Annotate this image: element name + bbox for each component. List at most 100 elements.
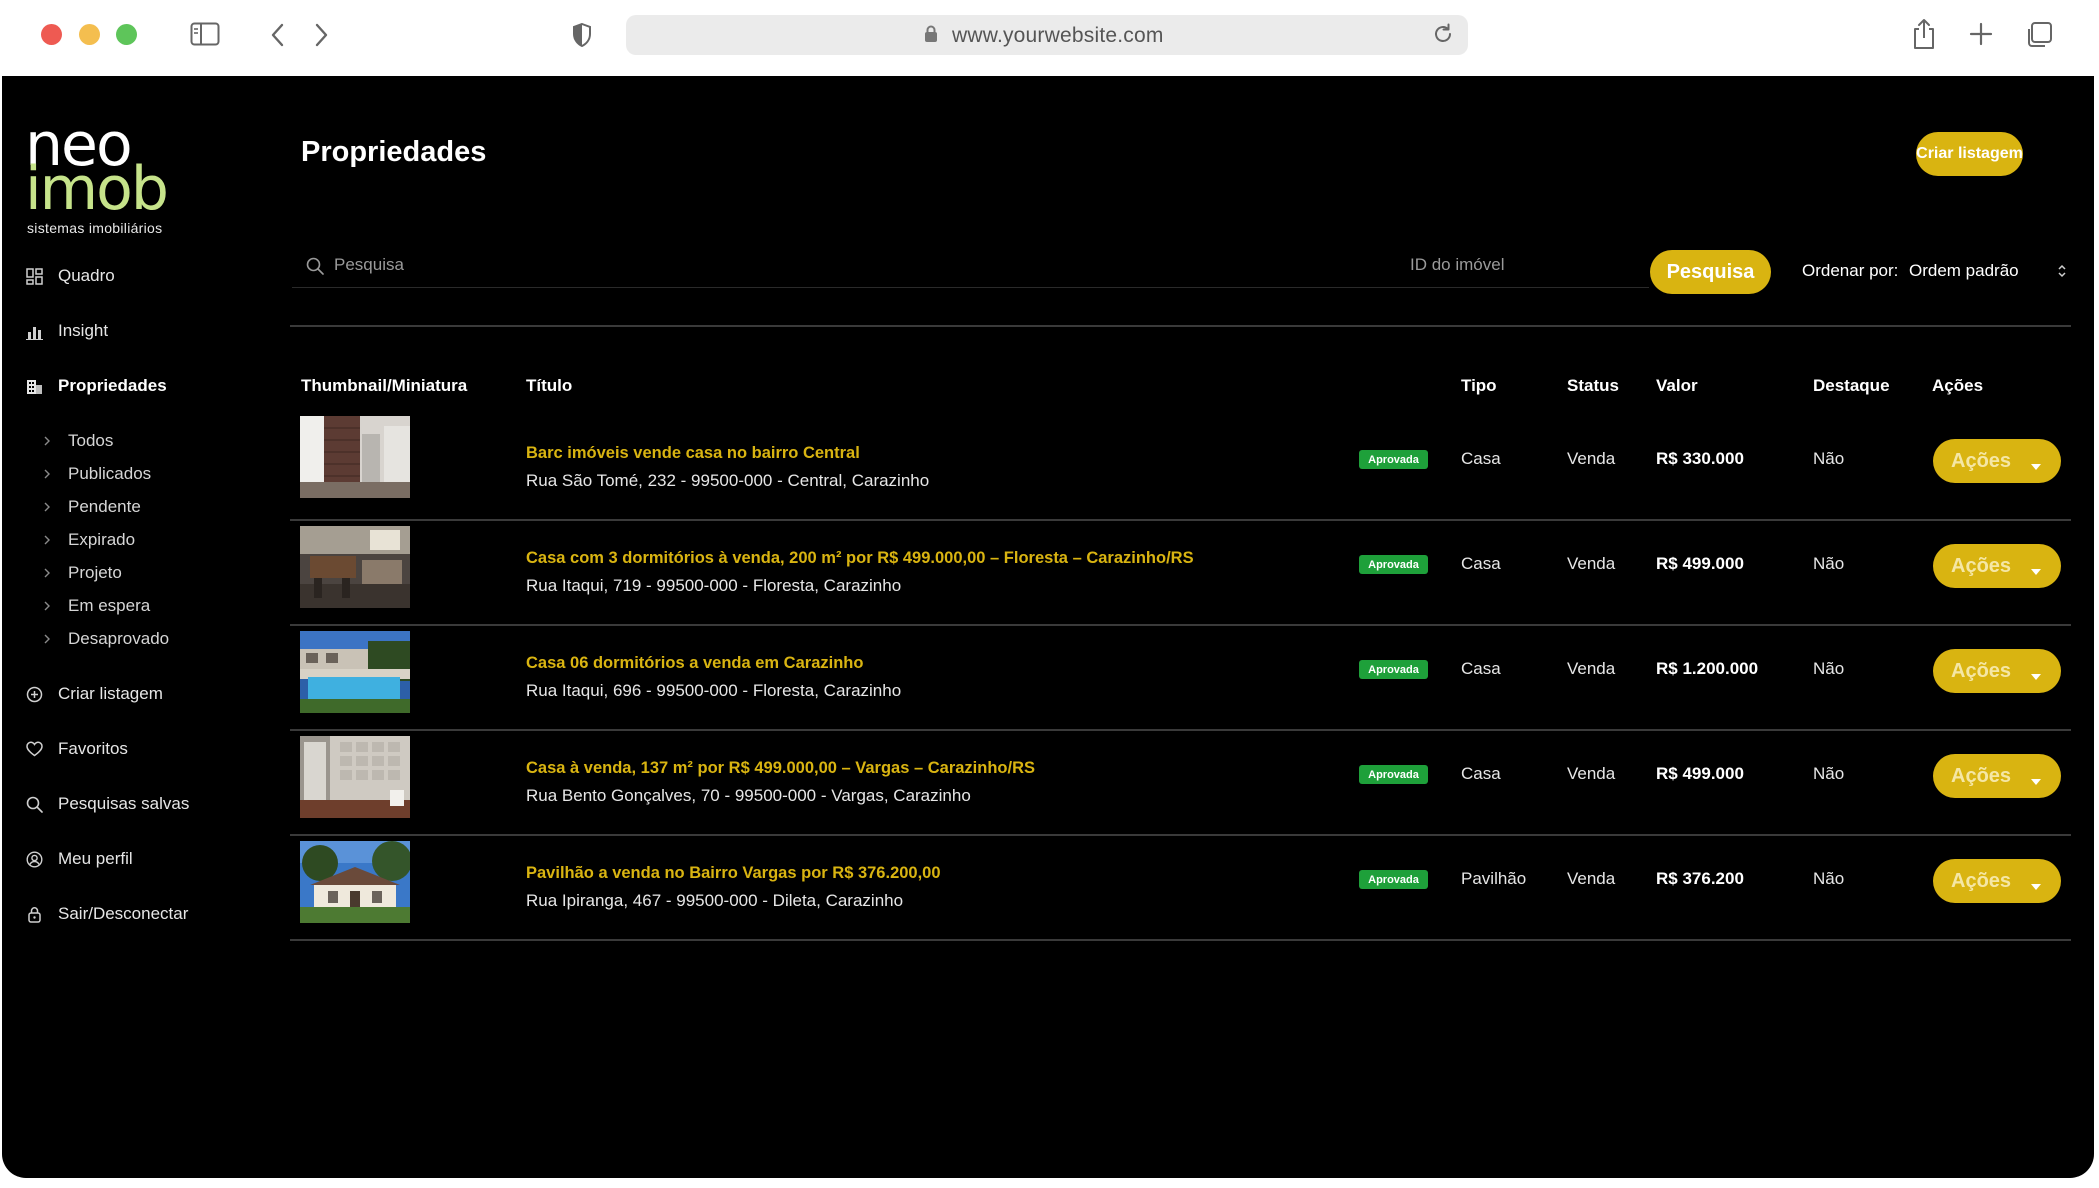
sidebar-subitem-publicados[interactable]: Publicados [43,462,151,486]
actions-label: Ações [1951,449,2012,472]
sidebar-subitem-label: Publicados [68,464,152,483]
back-icon[interactable] [270,22,286,48]
property-thumbnail[interactable] [300,631,410,713]
sidebar-item-label: Sair/Desconectar [58,904,189,923]
sidebar-item-criar-listagem[interactable]: Criar listagem [25,681,163,707]
new-tab-icon[interactable] [1969,22,1993,46]
chevron-right-icon [43,567,53,579]
sort-select[interactable]: Ordem padrão [1909,261,2019,281]
sidebar-subitem-label: Projeto [68,563,122,582]
lock-icon [25,905,44,924]
sidebar-subitem-label: Pendente [68,497,141,516]
close-window-button[interactable] [41,24,62,45]
property-type: Casa [1461,449,1501,468]
sidebar-subitem-desaprovado[interactable]: Desaprovado [43,627,169,651]
property-type: Casa [1461,554,1501,573]
sidebar-item-quadro[interactable]: Quadro [25,263,115,289]
sidebar-item-label: Meu perfil [58,849,133,868]
property-thumbnail[interactable] [300,736,410,818]
property-status: Venda [1567,449,1616,468]
table-row: Casa 06 dormitórios a venda em Carazinho… [290,626,2071,731]
caret-down-icon [2031,667,2041,685]
column-header-thumbnail: Thumbnail/Miniatura [301,376,468,395]
property-featured: Não [1813,554,1845,573]
actions-label: Ações [1951,764,2012,787]
property-value: R$ 376.200 [1656,869,1744,888]
property-featured: Não [1813,869,1845,888]
search-icon [306,257,324,280]
property-thumbnail[interactable] [300,416,410,498]
url-text: www.yourwebsite.com [952,24,1164,47]
sidebar-item-meu-perfil[interactable]: Meu perfil [25,846,133,872]
actions-dropdown-button[interactable]: Ações [1933,754,2061,798]
sidebar-item-sair[interactable]: Sair/Desconectar [25,901,188,927]
bar-chart-icon [25,322,44,341]
search-input[interactable]: Pesquisa [334,255,404,275]
sidebar-item-label: Propriedades [58,376,167,395]
actions-label: Ações [1951,554,2012,577]
sidebar-subitem-todos[interactable]: Todos [43,429,113,453]
chevron-right-icon [43,501,53,513]
column-header-title: Título [526,376,573,395]
property-title-link[interactable]: Casa com 3 dormitórios à venda, 200 m² p… [526,549,1194,568]
property-address: Rua Ipiranga, 467 - 99500-000 - Dileta, … [526,891,904,910]
sidebar-subitem-expirado[interactable]: Expirado [43,528,135,552]
logo-imob: imob [25,154,169,224]
property-title-link[interactable]: Casa 06 dormitórios a venda em Carazinho [526,654,863,673]
property-address: Rua Itaqui, 696 - 99500-000 - Floresta, … [526,681,902,700]
sidebar-subitem-projeto[interactable]: Projeto [43,561,122,585]
search-button[interactable]: Pesquisa [1650,250,1771,294]
sort-caret-icon[interactable] [2056,262,2068,285]
forward-icon[interactable] [313,22,329,48]
sidebar-subitem-pendente[interactable]: Pendente [43,495,141,519]
dashboard-icon [25,267,44,286]
property-thumbnail[interactable] [300,841,410,923]
maximize-window-button[interactable] [116,24,137,45]
actions-label: Ações [1951,869,2012,892]
search-icon [25,795,44,814]
search-bar: Pesquisa ID do imóvel [292,244,1649,288]
property-type: Casa [1461,659,1501,678]
chevron-right-icon [43,435,53,447]
sidebar-item-label: Quadro [58,266,115,285]
lock-icon [924,25,938,48]
sidebar-item-favoritos[interactable]: Favoritos [25,736,128,762]
actions-dropdown-button[interactable]: Ações [1933,544,2061,588]
sidebar-item-propriedades[interactable]: Propriedades [25,373,167,399]
minimize-window-button[interactable] [79,24,100,45]
sidebar-item-insight[interactable]: Insight [25,318,108,344]
status-badge: Aprovada [1359,765,1428,784]
actions-dropdown-button[interactable]: Ações [1933,649,2061,693]
reload-icon[interactable] [1432,23,1454,50]
property-type: Pavilhão [1461,869,1527,888]
create-listing-button[interactable]: Criar listagem [1916,132,2023,176]
caret-down-icon [2031,877,2041,895]
property-thumbnail[interactable] [300,526,410,608]
caret-down-icon [2031,772,2041,790]
property-status: Venda [1567,869,1616,888]
column-header-actions: Ações [1932,376,1984,395]
plus-circle-icon [25,685,44,704]
address-bar[interactable]: www.yourwebsite.com [626,15,1468,55]
browser-toolbar: www.yourwebsite.com [0,0,2099,76]
table-row: Casa com 3 dormitórios à venda, 200 m² p… [290,521,2071,626]
sidebar-toggle-icon[interactable] [190,22,220,46]
actions-dropdown-button[interactable]: Ações [1933,439,2061,483]
user-circle-icon [25,850,44,869]
property-title-link[interactable]: Casa à venda, 137 m² por R$ 499.000,00 –… [526,759,1035,778]
property-id-input[interactable]: ID do imóvel [1410,255,1504,275]
chevron-right-icon [43,600,53,612]
caret-down-icon [2031,562,2041,580]
property-value: R$ 499.000 [1656,554,1744,573]
property-title-link[interactable]: Barc imóveis vende casa no bairro Centra… [526,444,860,463]
sidebar-item-pesquisas-salvas[interactable]: Pesquisas salvas [25,791,189,817]
sidebar-item-label: Favoritos [58,739,128,758]
share-icon[interactable] [1911,18,1937,50]
actions-dropdown-button[interactable]: Ações [1933,859,2061,903]
privacy-shield-icon[interactable] [572,23,592,47]
property-value: R$ 1.200.000 [1656,659,1759,678]
sidebar-subitem-em-espera[interactable]: Em espera [43,594,150,618]
tab-overview-icon[interactable] [2025,21,2053,49]
property-title-link[interactable]: Pavilhão a venda no Bairro Vargas por R$… [526,864,941,883]
property-status: Venda [1567,764,1616,783]
